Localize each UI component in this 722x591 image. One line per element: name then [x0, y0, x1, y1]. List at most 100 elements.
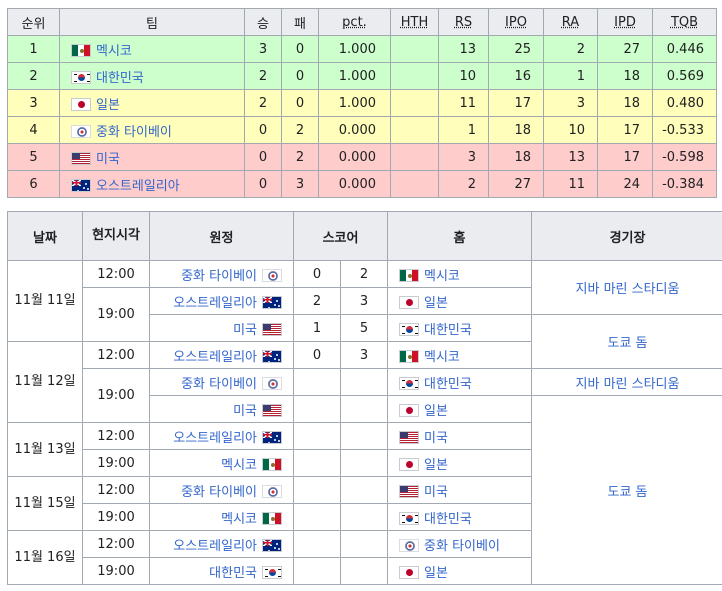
rank-cell: 5 [7, 143, 60, 171]
team-cell: 대한민국 [59, 62, 245, 90]
rs-cell: 10 [438, 62, 489, 90]
venue-link[interactable]: 지바 마린 스타디움 [576, 377, 680, 392]
tqb-cell: 0.480 [652, 89, 717, 117]
ipd-cell: 18 [597, 62, 653, 90]
team-link[interactable]: 대한민국 [424, 512, 472, 527]
hth-cell [390, 62, 439, 90]
team-link[interactable]: 미국 [233, 404, 257, 419]
pct-cell: 1.000 [318, 35, 391, 63]
standings-row: 4 중화 타이베이 0 2 0.000 1 18 10 17 -0.533 [7, 116, 717, 144]
away-team-cell: 오스트레일리아 [149, 287, 294, 315]
team-link[interactable]: 중화 타이베이 [181, 485, 257, 500]
header-score: 스코어 [292, 211, 389, 261]
chinese-taipei-flag-icon [399, 538, 420, 552]
mexico-flag-icon [262, 457, 282, 471]
team-link[interactable]: 중화 타이베이 [181, 377, 257, 392]
home-team-cell: 대한민국 [387, 503, 533, 531]
losses-cell: 0 [281, 35, 319, 63]
team-link[interactable]: 대한민국 [424, 323, 472, 338]
hth-cell [390, 116, 439, 144]
team-link[interactable]: 멕시코 [221, 458, 257, 473]
hth-cell [390, 89, 439, 117]
header-away: 원정 [149, 211, 294, 261]
standings-row: 1 멕시코 3 0 1.000 13 25 2 27 0.446 [7, 35, 717, 63]
game-row: 19:00 중화 타이베이 대한민국 지바 마린 스타디움 [8, 368, 722, 423]
ra-cell: 10 [543, 116, 598, 144]
team-link[interactable]: 멕시코 [424, 269, 460, 284]
losses-cell: 2 [281, 116, 319, 144]
team-cell: 오스트레일리아 [59, 170, 245, 198]
team-link[interactable]: 멕시코 [221, 512, 257, 527]
team-link[interactable]: 오스트레일리아 [173, 431, 257, 446]
date-cell: 11월 12일 [7, 341, 83, 423]
home-team-cell: 일본 [387, 449, 533, 477]
venue-link[interactable]: 도쿄 돔 [608, 485, 648, 500]
team-link[interactable]: 오스트레일리아 [96, 179, 180, 194]
team-link[interactable]: 대한민국 [424, 377, 472, 392]
header-ipd[interactable]: IPD [597, 8, 653, 36]
losses-cell: 3 [281, 170, 319, 198]
header-team: 팀 [59, 8, 245, 36]
team-cell: 일본 [59, 89, 245, 117]
team-link[interactable]: 중화 타이베이 [424, 539, 500, 554]
usa-flag-icon [262, 403, 282, 417]
team-link[interactable]: 미국 [96, 152, 120, 167]
header-ipo[interactable]: IPO [488, 8, 544, 36]
away-team-cell: 멕시코 [149, 503, 294, 531]
hth-cell [390, 143, 439, 171]
home-team-cell: 일본 [387, 287, 533, 315]
team-link[interactable]: 일본 [424, 404, 448, 419]
rs-cell: 3 [438, 143, 489, 171]
team-link[interactable]: 멕시코 [424, 350, 460, 365]
team-link[interactable]: 중화 타이베이 [96, 125, 172, 140]
venue-cell: 도쿄 돔 [531, 314, 722, 369]
japan-flag-icon [399, 403, 420, 417]
ipo-cell: 17 [488, 89, 544, 117]
away-score-cell [293, 530, 341, 558]
team-link[interactable]: 오스트레일리아 [173, 350, 257, 365]
header-pct[interactable]: pct. [318, 8, 391, 36]
usa-flag-icon [399, 430, 420, 444]
team-link[interactable]: 멕시코 [96, 44, 132, 59]
japan-flag-icon [399, 457, 420, 471]
away-score-cell [293, 476, 341, 504]
team-link[interactable]: 미국 [424, 431, 448, 446]
header-hth[interactable]: HTH [390, 8, 439, 36]
team-link[interactable]: 오스트레일리아 [173, 296, 257, 311]
venue-cell: 지바 마린 스타디움 [531, 368, 722, 396]
south-korea-flag-icon [71, 70, 91, 84]
away-score-cell: 0 [293, 260, 341, 288]
losses-cell: 0 [281, 89, 319, 117]
ipd-cell: 27 [597, 35, 653, 63]
team-link[interactable]: 일본 [424, 458, 448, 473]
away-score-cell [293, 395, 341, 423]
away-team-cell: 오스트레일리아 [149, 530, 294, 558]
away-score-cell [293, 557, 341, 585]
team-link[interactable]: 일본 [424, 296, 448, 311]
header-tqb[interactable]: TQB [652, 8, 717, 36]
team-link[interactable]: 일본 [96, 98, 120, 113]
away-team-cell: 중화 타이베이 [149, 476, 294, 504]
venue-cell: 도쿄 돔 [531, 395, 722, 585]
team-link[interactable]: 대한민국 [96, 71, 144, 86]
team-link[interactable]: 중화 타이베이 [181, 269, 257, 284]
australia-flag-icon [262, 349, 282, 363]
team-link[interactable]: 일본 [424, 566, 448, 581]
header-ra[interactable]: RA [543, 8, 598, 36]
header-losses: 패 [281, 8, 319, 36]
team-link[interactable]: 미국 [233, 323, 257, 338]
ra-cell: 11 [543, 170, 598, 198]
venue-link[interactable]: 지바 마린 스타디움 [576, 282, 680, 297]
date-cell: 11월 15일 [7, 476, 83, 531]
team-link[interactable]: 미국 [424, 485, 448, 500]
home-score-cell: 2 [339, 260, 389, 288]
venue-link[interactable]: 도쿄 돔 [608, 336, 648, 351]
team-link[interactable]: 대한민국 [209, 566, 257, 581]
away-team-cell: 오스트레일리아 [149, 341, 294, 369]
standings-header-row: 순위 팀 승 패 pct. HTH RS IPO RA IPD TQB [7, 8, 717, 36]
home-team-cell: 멕시코 [387, 260, 533, 288]
header-rs[interactable]: RS [438, 8, 489, 36]
team-link[interactable]: 오스트레일리아 [173, 539, 257, 554]
ra-cell: 2 [543, 35, 598, 63]
pct-cell: 1.000 [318, 89, 391, 117]
